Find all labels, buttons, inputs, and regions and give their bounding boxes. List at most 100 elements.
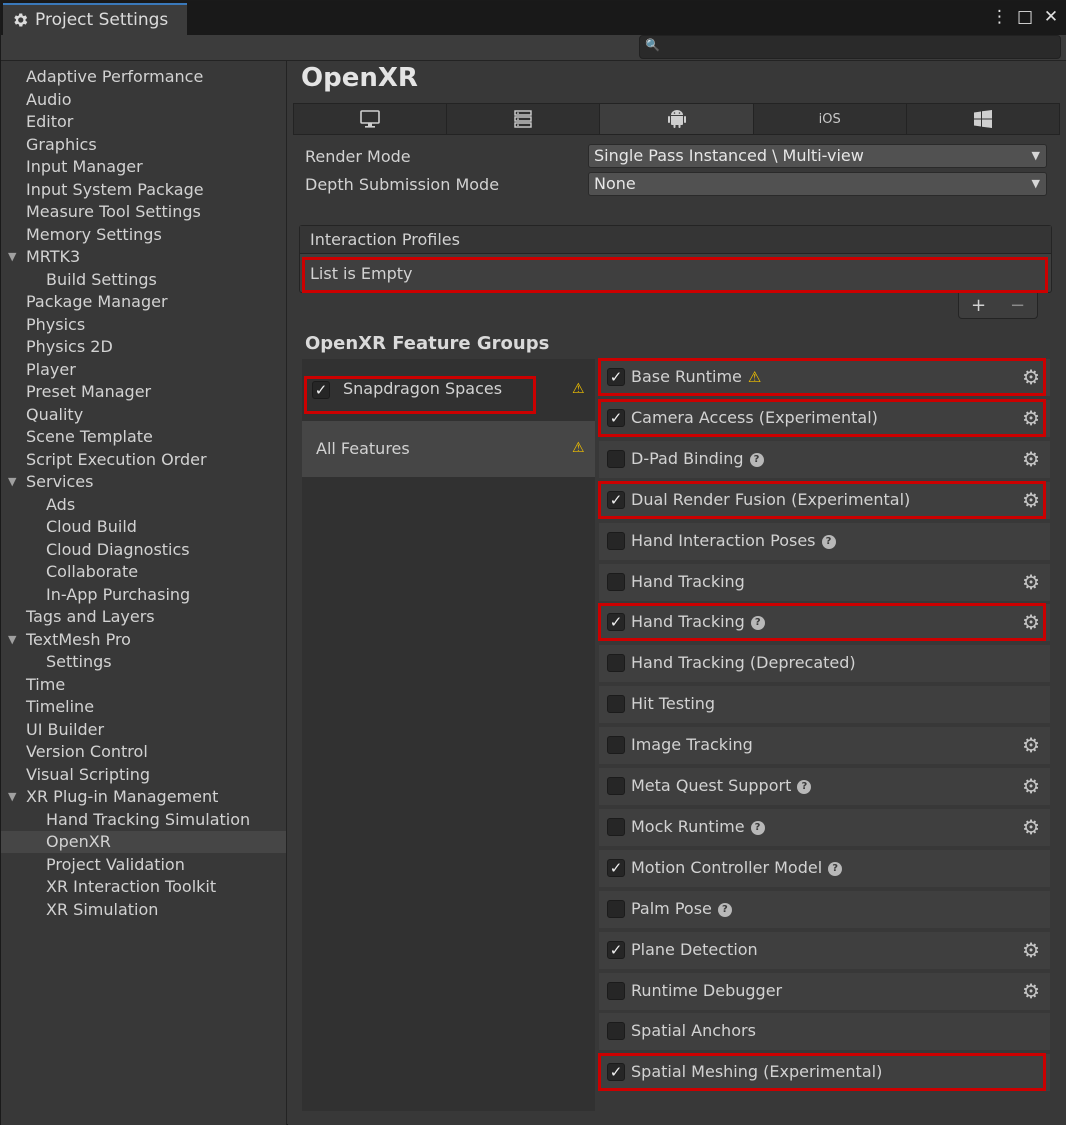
- sidebar-item-time[interactable]: Time: [1, 674, 286, 696]
- sidebar-item-scene-template[interactable]: Scene Template: [1, 426, 286, 448]
- sidebar-item-build-settings[interactable]: Build Settings: [1, 269, 286, 291]
- sidebar-item-collaborate[interactable]: Collaborate: [1, 561, 286, 583]
- sidebar-item-graphics[interactable]: Graphics: [1, 134, 286, 156]
- sidebar-item-adaptive-performance[interactable]: Adaptive Performance: [1, 66, 286, 88]
- tab-desktop[interactable]: [294, 104, 448, 134]
- gear-icon[interactable]: ⚙: [1022, 815, 1040, 839]
- tab-android[interactable]: [600, 104, 754, 134]
- sidebar-item-xr-interaction-toolkit[interactable]: XR Interaction Toolkit: [1, 876, 286, 898]
- sidebar-item-in-app-purchasing[interactable]: In-App Purchasing: [1, 584, 286, 606]
- feature-checkbox[interactable]: [607, 736, 625, 755]
- help-icon[interactable]: ?: [828, 861, 843, 876]
- gear-icon[interactable]: ⚙: [1022, 570, 1040, 594]
- maximize-icon[interactable]: □: [1017, 5, 1033, 29]
- sidebar-item-textmesh-pro[interactable]: ▼ TextMesh Pro: [1, 629, 286, 651]
- feature-checkbox[interactable]: ✓: [607, 1063, 625, 1082]
- sidebar-item-cloud-diagnostics[interactable]: Cloud Diagnostics: [1, 539, 286, 561]
- feature-row-spatial-meshing-experimental[interactable]: ✓ Spatial Meshing (Experimental): [599, 1054, 1050, 1092]
- gear-icon[interactable]: ⚙: [1022, 938, 1040, 962]
- feature-row-image-tracking[interactable]: Image Tracking ⚙: [599, 727, 1050, 765]
- tab-ios[interactable]: iOS: [753, 104, 907, 134]
- feature-checkbox[interactable]: ✓: [607, 940, 625, 959]
- window-tab[interactable]: Project Settings: [3, 3, 187, 35]
- sidebar-item-services[interactable]: ▼ Services: [1, 471, 286, 493]
- sidebar-item-player[interactable]: Player: [1, 359, 286, 381]
- feature-checkbox[interactable]: [607, 899, 625, 918]
- sidebar-item-settings[interactable]: Settings: [1, 651, 286, 673]
- sidebar-item-editor[interactable]: Editor: [1, 111, 286, 133]
- sidebar-item-tags-and-layers[interactable]: Tags and Layers: [1, 606, 286, 628]
- sidebar-item-openxr[interactable]: OpenXR: [1, 831, 286, 853]
- sidebar-item-project-validation[interactable]: Project Validation: [1, 854, 286, 876]
- gear-icon[interactable]: ⚙: [1022, 979, 1040, 1003]
- remove-profile-button[interactable]: −: [1010, 295, 1025, 316]
- feature-checkbox[interactable]: [607, 817, 625, 836]
- sidebar-item-ads[interactable]: Ads: [1, 494, 286, 516]
- sidebar-item-timeline[interactable]: Timeline: [1, 696, 286, 718]
- sidebar-item-visual-scripting[interactable]: Visual Scripting: [1, 764, 286, 786]
- feature-row-motion-controller-model[interactable]: ✓ Motion Controller Model?: [599, 849, 1050, 887]
- gear-icon[interactable]: ⚙: [1022, 610, 1040, 634]
- sidebar-item-xr-simulation[interactable]: XR Simulation: [1, 899, 286, 921]
- expand-arrow-icon[interactable]: ▼: [8, 629, 16, 651]
- depth-mode-dropdown[interactable]: None ▼: [588, 172, 1047, 196]
- feature-checkbox[interactable]: ✓: [607, 490, 625, 509]
- sidebar-item-cloud-build[interactable]: Cloud Build: [1, 516, 286, 538]
- gear-icon[interactable]: ⚙: [1022, 488, 1040, 512]
- sidebar-item-input-system-package[interactable]: Input System Package: [1, 179, 286, 201]
- expand-arrow-icon[interactable]: ▼: [8, 471, 16, 493]
- feature-row-camera-access-experimental[interactable]: ✓ Camera Access (Experimental) ⚙: [599, 399, 1050, 437]
- feature-checkbox[interactable]: [607, 695, 625, 714]
- sidebar-item-script-execution-order[interactable]: Script Execution Order: [1, 449, 286, 471]
- feature-row-hand-interaction-poses[interactable]: Hand Interaction Poses?: [599, 522, 1050, 560]
- group-all-features[interactable]: All Features ⚠: [302, 421, 595, 477]
- feature-checkbox[interactable]: ✓: [607, 858, 625, 877]
- feature-row-meta-quest-support[interactable]: Meta Quest Support? ⚙: [599, 768, 1050, 805]
- sidebar-item-physics-2d[interactable]: Physics 2D: [1, 336, 286, 358]
- feature-row-base-runtime[interactable]: ✓ Base Runtime ⚠ ⚙: [599, 359, 1050, 396]
- sidebar-item-physics[interactable]: Physics: [1, 314, 286, 336]
- sidebar-item-quality[interactable]: Quality: [1, 404, 286, 426]
- group-checkbox[interactable]: ✓: [312, 381, 330, 399]
- gear-icon[interactable]: ⚙: [1022, 774, 1040, 798]
- feature-checkbox[interactable]: ✓: [607, 408, 625, 427]
- expand-arrow-icon[interactable]: ▼: [8, 246, 16, 268]
- feature-checkbox[interactable]: [607, 654, 625, 673]
- render-mode-dropdown[interactable]: Single Pass Instanced \ Multi-view ▼: [588, 144, 1047, 168]
- feature-row-hand-tracking[interactable]: Hand Tracking ⚙: [599, 563, 1050, 601]
- feature-row-dual-render-fusion-experimental[interactable]: ✓ Dual Render Fusion (Experimental) ⚙: [599, 481, 1050, 519]
- expand-arrow-icon[interactable]: ▼: [8, 786, 16, 808]
- feature-row-runtime-debugger[interactable]: Runtime Debugger ⚙: [599, 972, 1050, 1010]
- help-icon[interactable]: ?: [750, 616, 765, 631]
- gear-icon[interactable]: ⚙: [1022, 365, 1040, 389]
- feature-checkbox[interactable]: [607, 777, 625, 795]
- feature-checkbox[interactable]: [607, 449, 625, 468]
- sidebar-item-hand-tracking-simulation[interactable]: Hand Tracking Simulation: [1, 809, 286, 831]
- help-icon[interactable]: ?: [750, 820, 765, 835]
- feature-row-d-pad-binding[interactable]: D-Pad Binding? ⚙: [599, 440, 1050, 478]
- sidebar-item-xr-plug-in-management[interactable]: ▼ XR Plug-in Management: [1, 786, 286, 808]
- help-icon[interactable]: ?: [717, 902, 732, 917]
- gear-icon[interactable]: ⚙: [1022, 447, 1040, 471]
- gear-icon[interactable]: ⚙: [1022, 733, 1040, 757]
- feature-row-hand-tracking[interactable]: ✓ Hand Tracking? ⚙: [599, 604, 1050, 642]
- group-snapdragon-spaces[interactable]: ✓ Snapdragon Spaces ⚠: [302, 359, 595, 415]
- feature-checkbox[interactable]: ✓: [607, 613, 625, 632]
- feature-row-spatial-anchors[interactable]: Spatial Anchors: [599, 1013, 1050, 1051]
- help-icon[interactable]: ?: [821, 534, 836, 549]
- feature-row-palm-pose[interactable]: Palm Pose?: [599, 890, 1050, 928]
- sidebar-item-input-manager[interactable]: Input Manager: [1, 156, 286, 178]
- sidebar-item-mrtk3[interactable]: ▼ MRTK3: [1, 246, 286, 268]
- sidebar-item-ui-builder[interactable]: UI Builder: [1, 719, 286, 741]
- help-icon[interactable]: ?: [797, 780, 812, 794]
- sidebar-item-memory-settings[interactable]: Memory Settings: [1, 224, 286, 246]
- feature-row-hand-tracking-deprecated[interactable]: Hand Tracking (Deprecated): [599, 645, 1050, 683]
- feature-row-plane-detection[interactable]: ✓ Plane Detection ⚙: [599, 931, 1050, 969]
- tab-server[interactable]: [447, 104, 601, 134]
- feature-checkbox[interactable]: [607, 531, 625, 550]
- feature-row-mock-runtime[interactable]: Mock Runtime? ⚙: [599, 808, 1050, 846]
- more-options-icon[interactable]: ⋮: [991, 5, 1008, 29]
- sidebar-item-package-manager[interactable]: Package Manager: [1, 291, 286, 313]
- sidebar-item-preset-manager[interactable]: Preset Manager: [1, 381, 286, 403]
- sidebar-item-measure-tool-settings[interactable]: Measure Tool Settings: [1, 201, 286, 223]
